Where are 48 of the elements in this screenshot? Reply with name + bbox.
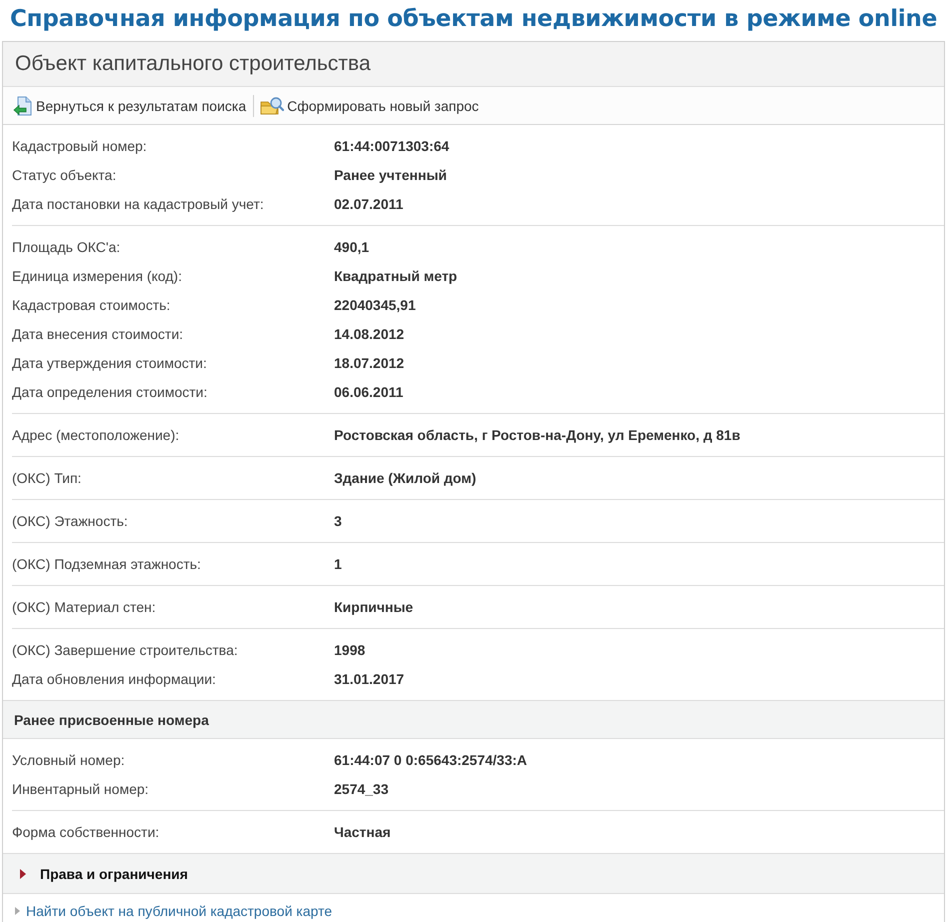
field-value: Кирпичные: [334, 598, 414, 614]
field-value: 06.06.2011: [334, 384, 404, 400]
expander-header[interactable]: Права и ограничения: [3, 853, 944, 894]
field-label: Дата обновления информации:: [12, 670, 217, 686]
field-value: 61:44:0071303:64: [334, 138, 450, 154]
field-value: Ростовская область, г Ростов-на-Дону, ул Еременко, д 81в: [334, 426, 742, 442]
field-value: Здание (Жилой дом): [334, 470, 478, 486]
field-label: Условный номер:: [12, 752, 126, 768]
field-label: Адрес (местоположение):: [12, 426, 180, 442]
field-value: 02.07.2011: [334, 196, 404, 212]
field-label: (ОКС) Тип:: [12, 470, 82, 486]
field-value: 14.08.2012: [334, 326, 406, 342]
field-label: (ОКС) Подземная этажность:: [12, 556, 202, 572]
section-title: Ранее присвоенные номера: [14, 712, 209, 728]
field-value: 18.07.2012: [334, 354, 406, 370]
field-value: 22040345,91: [334, 296, 417, 312]
field-value: 1: [334, 556, 343, 572]
field-label: (ОКС) Завершение строительства:: [12, 642, 239, 658]
field-label: Инвентарный номер:: [12, 780, 150, 796]
field-value: Ранее учтенный: [334, 166, 448, 182]
field-label: (ОКС) Материал стен:: [12, 598, 157, 614]
field-label: Дата определения стоимости:: [12, 384, 208, 400]
field-label: Дата постановки на кадастровый учет:: [12, 196, 265, 212]
folder-magnifier-icon: [260, 96, 284, 116]
toolbar-button[interactable]: Сформировать новый запрос: [258, 94, 481, 118]
field-label: Дата утверждения стоимости:: [12, 354, 208, 370]
caret-icon: [15, 907, 20, 915]
field-label: Кадастровая стоимость:: [12, 296, 172, 312]
field-value: 490,1: [334, 238, 370, 254]
field-label: Единица измерения (код):: [12, 268, 183, 284]
field-label: Площадь ОКС'а:: [12, 238, 122, 254]
toolbar-button[interactable]: Вернуться к результатам поиска: [11, 94, 248, 118]
field-value: Частная: [334, 824, 392, 840]
field-value: 2574_33: [334, 780, 390, 796]
map-link[interactable]: Найти объект на публичной кадастровой карте: [26, 903, 332, 919]
document-arrow-icon: [13, 96, 33, 116]
field-value: 61:44:07 0 0:65643:2574/33:A: [334, 752, 528, 768]
field-label: (ОКС) Этажность:: [12, 512, 129, 528]
field-label: Кадастровый номер:: [12, 138, 148, 154]
field-value: 31.01.2017: [334, 670, 406, 686]
page-heading: Справочная информация по объектам недвижимости в режиме online: [9, 5, 938, 34]
field-label: Дата внесения стоимости:: [12, 326, 184, 342]
field-value: 3: [334, 512, 343, 528]
panel-title: Объект капитального строительства: [15, 52, 371, 76]
field-value: Квадратный метр: [334, 268, 458, 284]
field-label: Статус объекта:: [12, 166, 118, 182]
field-label: Форма собственности:: [12, 824, 160, 840]
field-value: 1998: [334, 642, 366, 658]
